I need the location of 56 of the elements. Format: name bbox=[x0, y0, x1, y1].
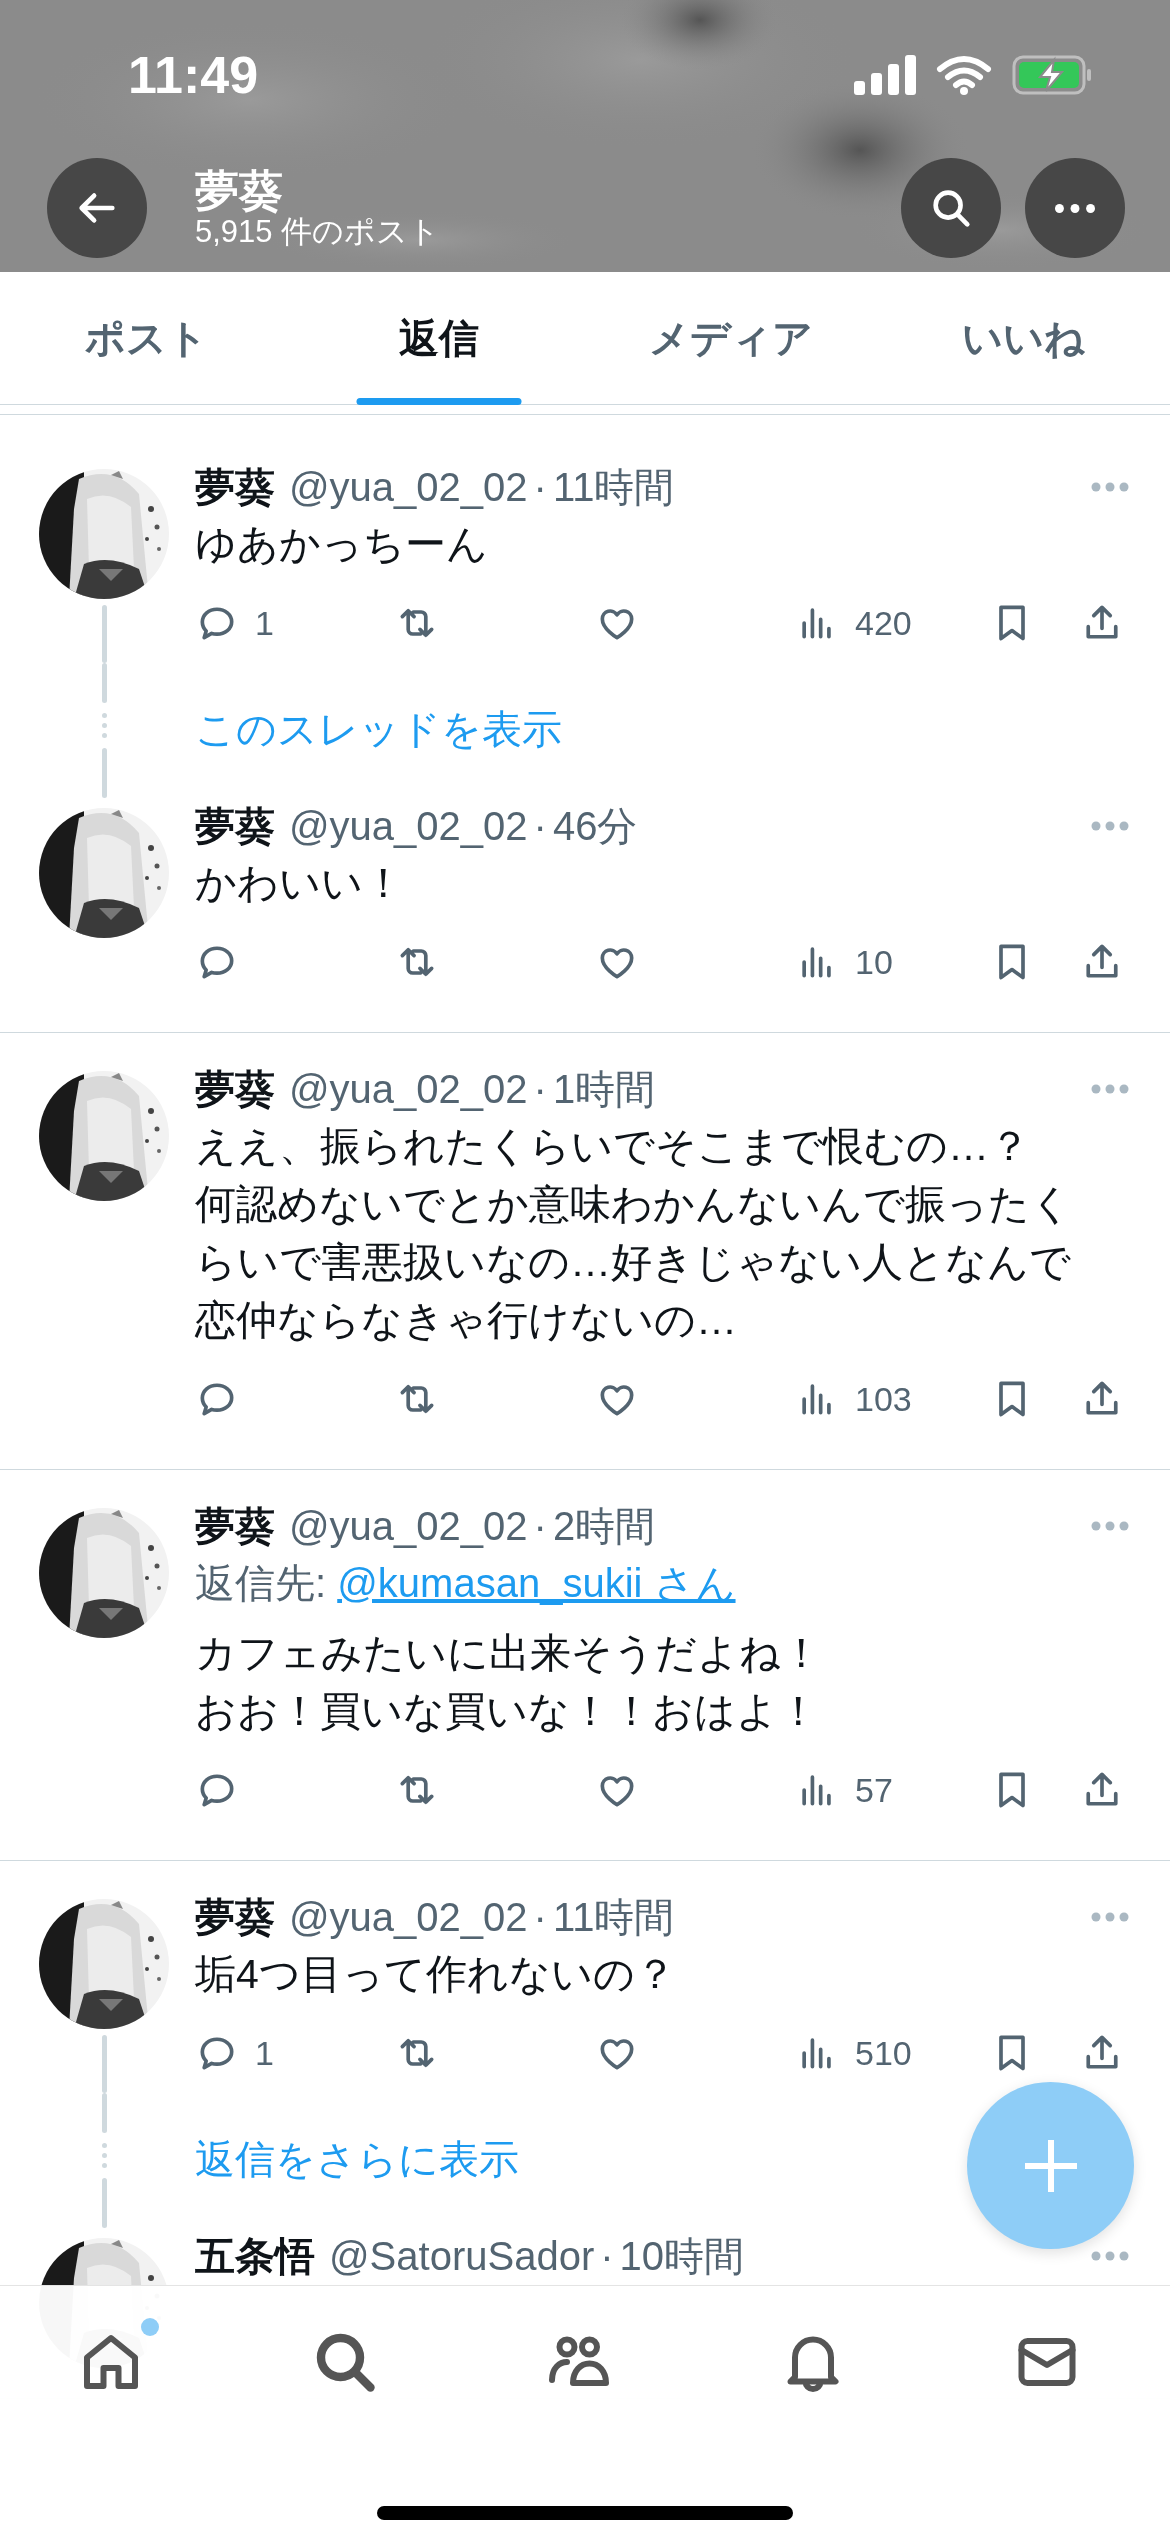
separator-dot: · bbox=[600, 2233, 614, 2280]
separator-dot: · bbox=[533, 1066, 547, 1113]
more-icon bbox=[1055, 203, 1095, 213]
profile-name: 夢葵 bbox=[195, 166, 284, 216]
battery-icon bbox=[1012, 55, 1092, 95]
views-button[interactable]: 420 bbox=[795, 597, 912, 649]
more-icon bbox=[1090, 1911, 1130, 1923]
post-time: 11時間 bbox=[552, 464, 675, 511]
author-name: 夢葵 bbox=[195, 1894, 275, 1941]
views-button[interactable]: 10 bbox=[795, 936, 893, 988]
more-icon bbox=[1090, 820, 1130, 832]
separator-dot: · bbox=[533, 1894, 547, 1941]
author-name: 夢葵 bbox=[195, 1503, 275, 1550]
signal-icon bbox=[854, 55, 916, 95]
separator-dot: · bbox=[533, 464, 547, 511]
post-text: おお！買いな買いな！！おはよ！ bbox=[195, 1687, 820, 1736]
author-handle: @yua_02_02 bbox=[289, 1894, 528, 1941]
author-handle: @SatoruSador bbox=[329, 2233, 595, 2280]
author-name: 夢葵 bbox=[195, 1066, 275, 1113]
tab[interactable]: 返信 bbox=[292, 272, 585, 404]
author-name: 夢葵 bbox=[195, 464, 275, 511]
views-button[interactable]: 103 bbox=[795, 1373, 912, 1425]
reply-button[interactable]: 1 bbox=[195, 2027, 274, 2079]
tab[interactable]: メディア bbox=[585, 272, 878, 404]
more-icon bbox=[1090, 1520, 1130, 1532]
author-handle: @yua_02_02 bbox=[289, 464, 528, 511]
views-button[interactable]: 510 bbox=[795, 2027, 912, 2079]
author-name: 五条悟 bbox=[195, 2233, 315, 2280]
post-text: ゆあかっちーん bbox=[195, 520, 489, 569]
more-icon bbox=[1090, 2250, 1130, 2262]
post-text: 何認めないでとか意味わかんないんで振ったくらいで害悪扱いなの…好きじゃない人となんで恋仲ならなきゃ行けないの… bbox=[195, 1180, 1073, 1345]
post-text: かわいい！ bbox=[195, 859, 405, 908]
author-handle: @yua_02_02 bbox=[289, 1503, 528, 1550]
post-text: 垢4つ目って作れないの？ bbox=[195, 1950, 677, 1999]
separator-dot: · bbox=[533, 1503, 547, 1550]
post-time: 11時間 bbox=[552, 1894, 675, 1941]
more-icon bbox=[1090, 481, 1130, 493]
post-text: ええ、振られたくらいでそこまで恨むの…？ bbox=[195, 1122, 1031, 1171]
author-handle: @yua_02_02 bbox=[289, 803, 528, 850]
post-time: 2時間 bbox=[552, 1503, 656, 1550]
reply-button[interactable]: 1 bbox=[195, 597, 274, 649]
post-time: 10時間 bbox=[619, 2233, 745, 2280]
views-button[interactable]: 57 bbox=[795, 1764, 893, 1816]
post-text: カフェみたいに出来そうだよね！ bbox=[195, 1629, 823, 1678]
status-time: 11:49 bbox=[128, 45, 259, 106]
tab[interactable]: いいね bbox=[877, 272, 1170, 404]
author-handle: @yua_02_02 bbox=[289, 1066, 528, 1113]
post-time: 1時間 bbox=[552, 1066, 656, 1113]
post-count: 5,915 件のポスト bbox=[195, 215, 441, 250]
more-icon bbox=[1090, 1083, 1130, 1095]
author-name: 夢葵 bbox=[195, 803, 275, 850]
post-time: 46分 bbox=[552, 803, 638, 850]
wifi-icon bbox=[936, 55, 992, 95]
reply-to-text: 返信先: @kumasan_sukii さん bbox=[195, 1560, 737, 1607]
tab[interactable]: ポスト bbox=[0, 272, 293, 404]
separator-dot: · bbox=[533, 803, 547, 850]
